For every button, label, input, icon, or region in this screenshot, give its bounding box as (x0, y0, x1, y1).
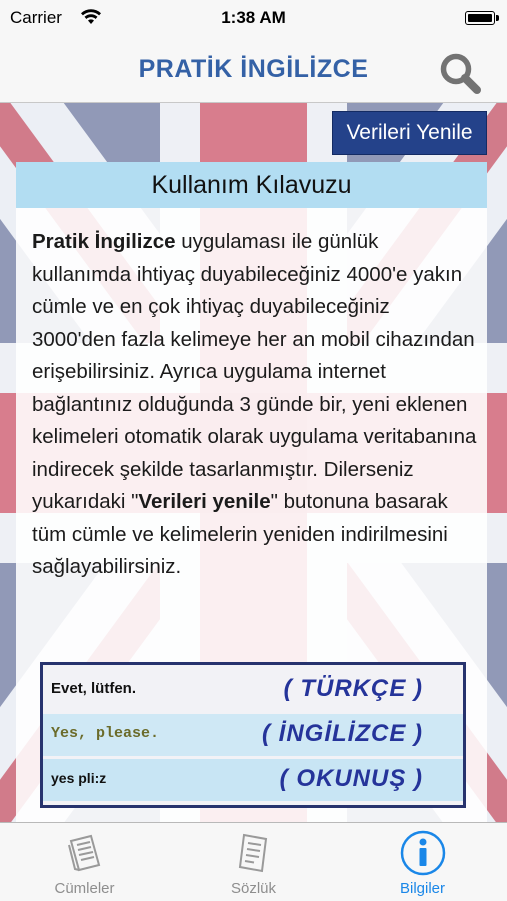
info-icon (400, 830, 446, 876)
tab-info-label: Bilgiler (399, 880, 445, 897)
tab-sentences-label: Cümleler (54, 880, 115, 897)
tab-info[interactable]: Bilgiler (338, 823, 507, 901)
page-title: PRATİK İNGİLİZCE (138, 55, 369, 83)
guide-text: Pratik İngilizce uygulaması ile günlük k… (32, 226, 477, 584)
sample-row-pronunciation: yes pli:z ( OKUNUŞ ) (43, 759, 463, 801)
sample-turkish-text: Evet, lütfen. (51, 680, 137, 697)
tab-sentences[interactable]: Cümleler (0, 823, 169, 901)
search-icon[interactable] (437, 50, 483, 96)
sample-illustration: Evet, lütfen. ( TÜRKÇE ) Yes, please. ( … (40, 662, 466, 808)
tab-dictionary-label: Sözlük (230, 880, 277, 897)
dictionary-icon (238, 833, 268, 873)
sample-turkish-label: ( TÜRKÇE ) (283, 675, 423, 702)
tab-dictionary[interactable]: Sözlük (169, 823, 338, 901)
sample-row-english: Yes, please. ( İNGİLİZCE ) (43, 714, 463, 756)
sample-english-text: Yes, please. (51, 725, 160, 742)
status-bar: Carrier 1:38 AM (0, 0, 507, 38)
battery-icon (465, 11, 499, 25)
nav-bar: PRATİK İNGİLİZCE (0, 38, 507, 103)
book-icon (68, 834, 101, 872)
refresh-data-button[interactable]: Verileri Yenile (332, 111, 487, 155)
guide-title: Kullanım Kılavuzu (16, 162, 487, 208)
sample-english-label: ( İNGİLİZCE ) (262, 720, 423, 747)
guide-text-part-1: uygulaması ile günlük kullanımda ihtiyaç… (32, 230, 477, 513)
sample-pronunciation-text: yes pli:z (51, 770, 107, 786)
refresh-button-reference: Verileri yenile (138, 490, 271, 513)
sample-pronunciation-label: ( OKUNUŞ ) (279, 765, 423, 792)
app-name: Pratik İngilizce (32, 230, 176, 253)
sample-row-turkish: Evet, lütfen. ( TÜRKÇE ) (43, 669, 463, 711)
clock: 1:38 AM (221, 8, 286, 27)
tab-bar: Cümleler Sözlük Bilgiler (0, 822, 507, 901)
